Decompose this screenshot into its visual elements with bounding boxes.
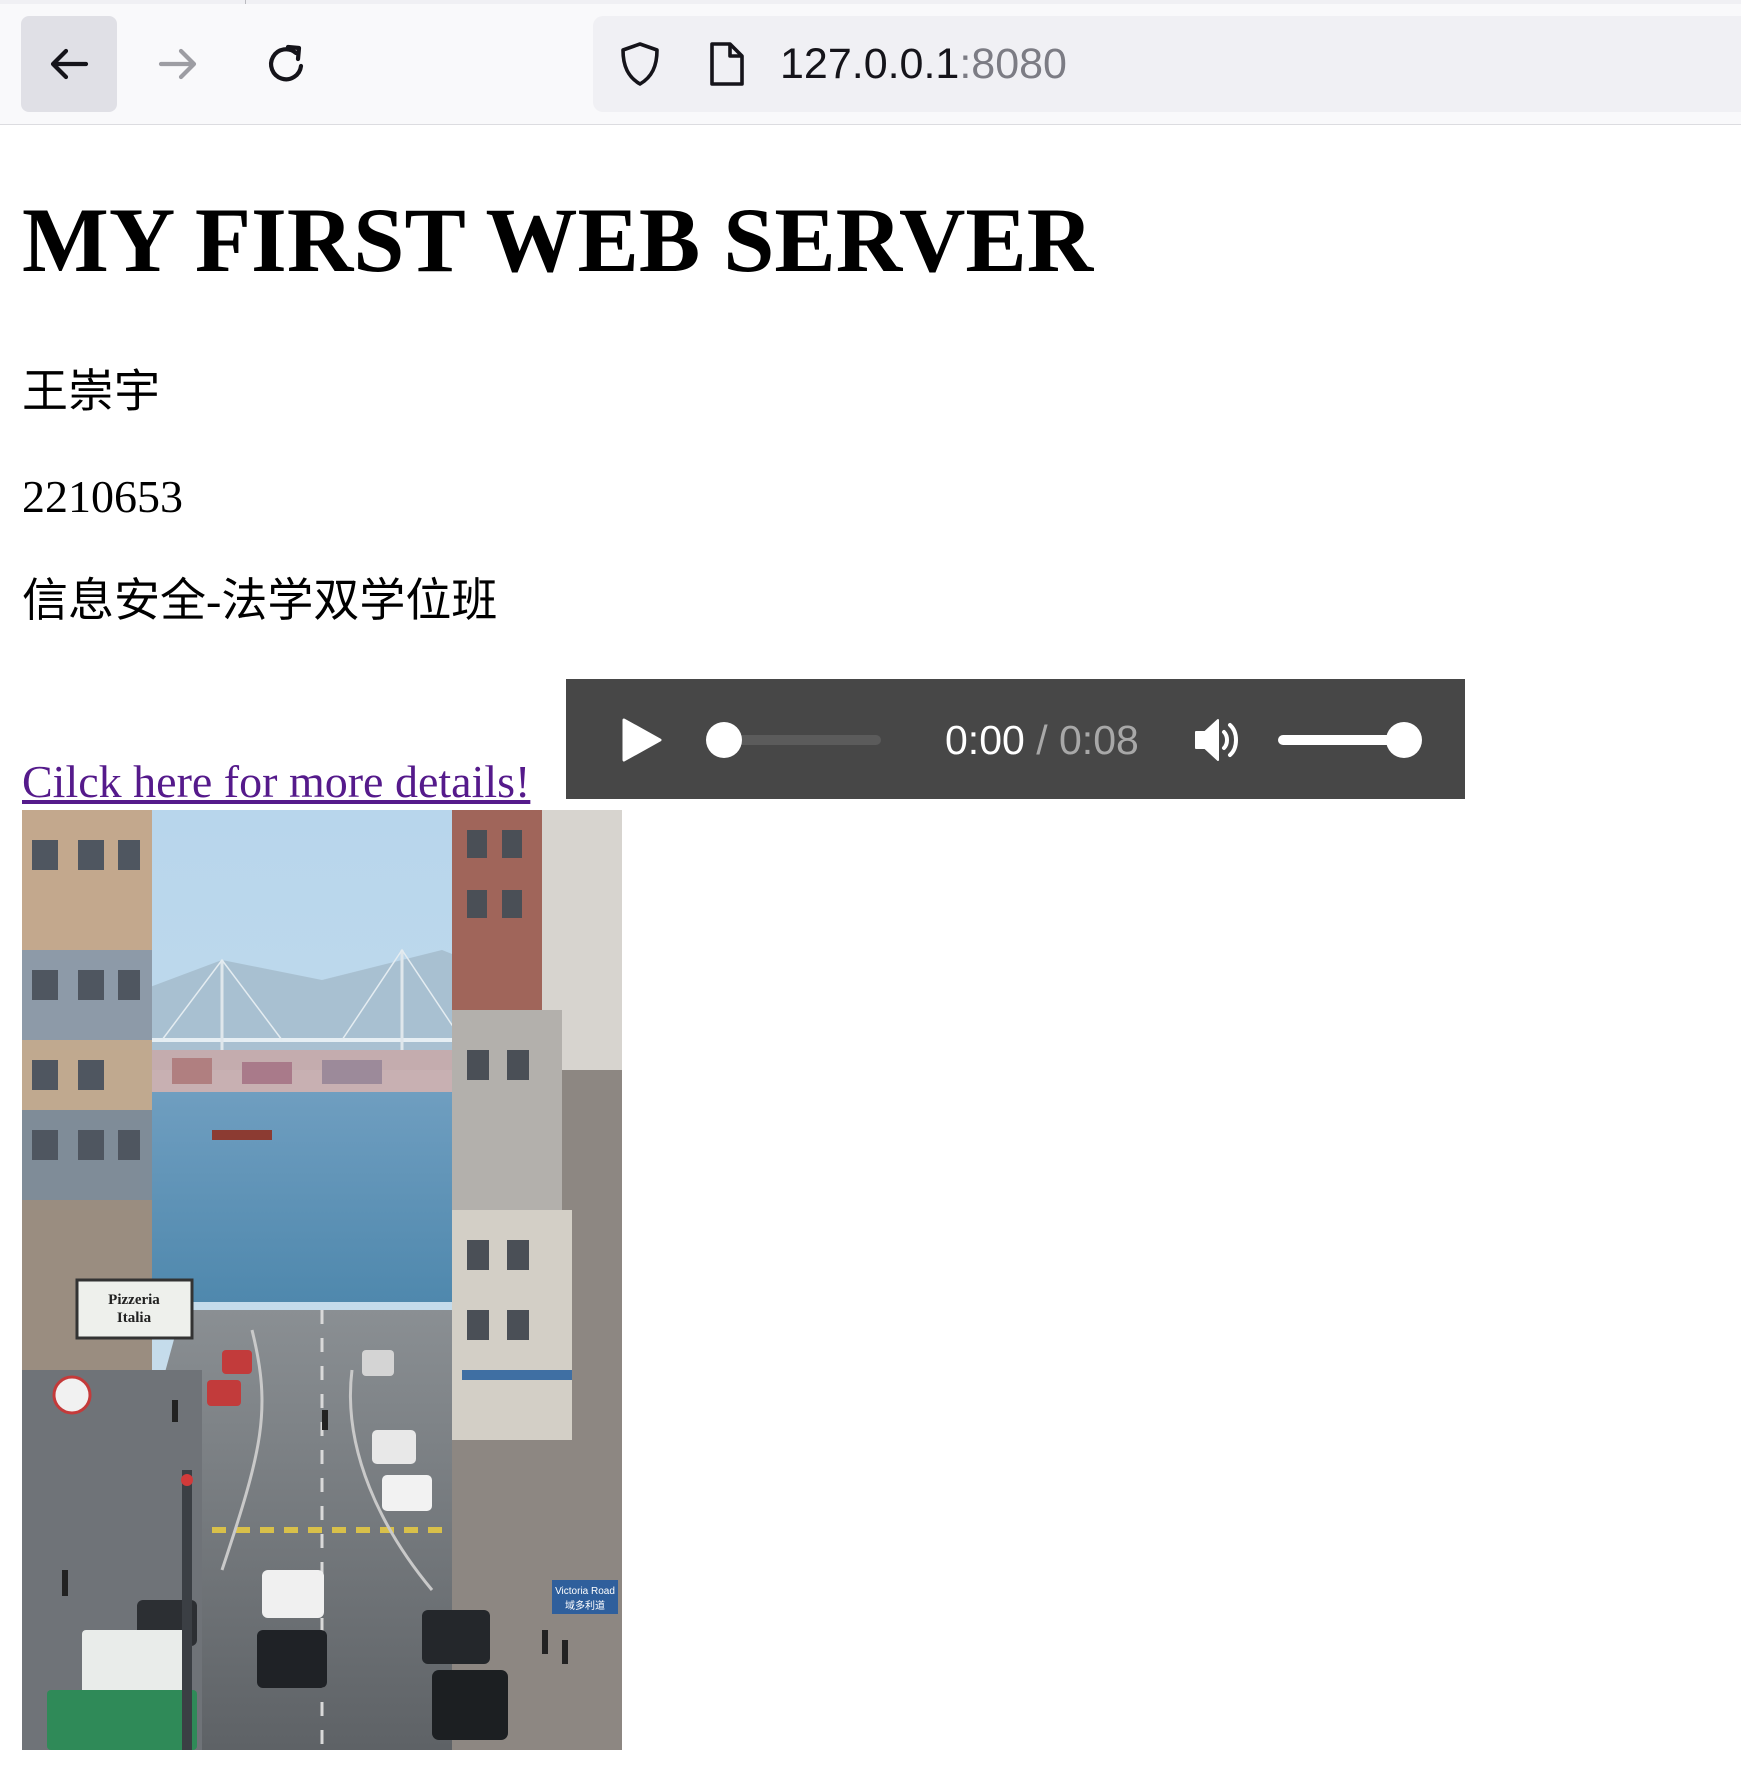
class-name: 信息安全-法学双学位班 xyxy=(22,575,498,626)
reload-icon xyxy=(269,44,304,82)
tab-strip-edge xyxy=(0,0,1741,4)
student-name: 王崇宇 xyxy=(22,366,160,417)
tab-separator xyxy=(245,0,246,4)
url-host: 127.0.0.1 xyxy=(780,40,960,88)
svg-text:Victoria Road: Victoria Road xyxy=(555,1586,615,1597)
back-button[interactable] xyxy=(21,16,117,112)
time-separator: / xyxy=(1024,717,1059,763)
shield-icon[interactable] xyxy=(616,40,664,88)
volume-thumb[interactable] xyxy=(1386,722,1422,758)
address-bar[interactable]: 127.0.0.1:8080 xyxy=(593,16,1741,112)
browser-toolbar: 127.0.0.1:8080 xyxy=(0,0,1741,125)
forward-arrow-icon xyxy=(158,48,197,80)
back-arrow-icon xyxy=(50,48,89,80)
details-link[interactable]: Cilck here for more details! xyxy=(22,754,565,810)
url-text[interactable]: 127.0.0.1:8080 xyxy=(780,38,1067,90)
street-photo: Pizzeria Italia Victoria Road 域多利道 xyxy=(22,810,622,1750)
svg-text:域多利道: 域多利道 xyxy=(565,1599,605,1612)
svg-text:Italia: Italia xyxy=(117,1310,152,1326)
time-display: 0:00 / 0:08 xyxy=(945,715,1139,765)
current-time: 0:00 xyxy=(945,717,1025,763)
audio-player: 0:00 / 0:08 xyxy=(566,679,1465,799)
page-title: MY FIRST WEB SERVER xyxy=(22,189,1094,291)
seek-thumb[interactable] xyxy=(706,722,742,758)
forward-button[interactable] xyxy=(130,16,226,112)
play-icon[interactable] xyxy=(618,717,664,763)
student-id: 2210653 xyxy=(22,471,183,522)
volume-icon[interactable] xyxy=(1192,715,1244,765)
svg-text:Pizzeria: Pizzeria xyxy=(108,1292,160,1308)
duration: 0:08 xyxy=(1059,717,1139,763)
page-icon xyxy=(710,42,744,86)
reload-button[interactable] xyxy=(238,16,334,112)
url-port: :8080 xyxy=(959,40,1067,88)
